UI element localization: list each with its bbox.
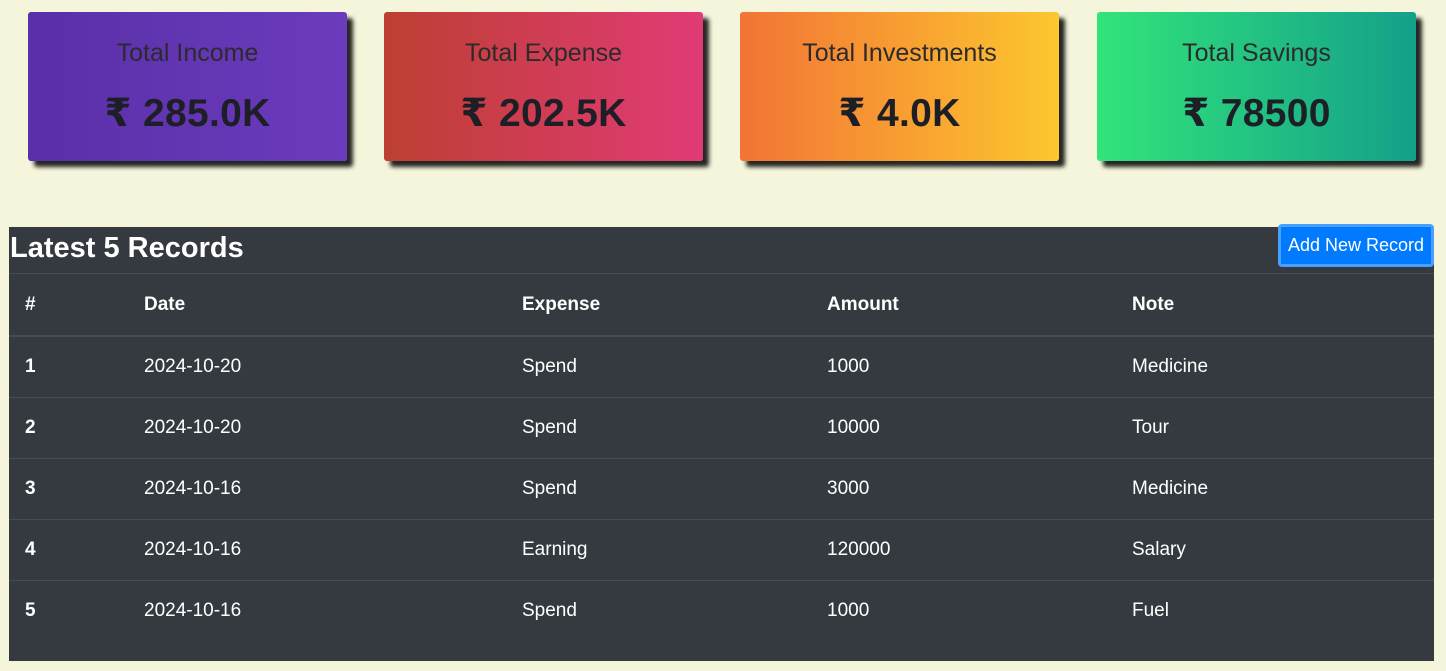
cell-expense: Spend (506, 397, 811, 459)
column-header-amount: Amount (811, 274, 1116, 337)
total-income-card: Total Income ₹ 285.0K (28, 12, 347, 161)
add-new-record-button[interactable]: Add New Record (1278, 224, 1434, 267)
cell-number: 4 (9, 519, 128, 581)
cell-expense: Spend (506, 458, 811, 520)
cell-note: Tour (1116, 397, 1434, 459)
cell-number: 1 (9, 336, 128, 398)
records-table: # Date Expense Amount Note 1 2024-10-20 … (9, 274, 1434, 641)
cell-expense: Spend (506, 336, 811, 398)
table-row: 2 2024-10-20 Spend 10000 Tour (9, 397, 1434, 459)
cell-amount: 10000 (811, 397, 1116, 459)
latest-records-panel: Latest 5 Records Add New Record # Date E… (9, 224, 1434, 661)
total-investments-card: Total Investments ₹ 4.0K (740, 12, 1059, 161)
card-value: ₹ 4.0K (838, 92, 961, 135)
cell-note: Medicine (1116, 336, 1434, 398)
card-title: Total Savings (1182, 39, 1331, 67)
cell-expense: Earning (506, 519, 811, 581)
cell-number: 3 (9, 458, 128, 520)
total-expense-card: Total Expense ₹ 202.5K (384, 12, 703, 161)
cell-date: 2024-10-16 (128, 519, 506, 581)
cell-date: 2024-10-20 (128, 397, 506, 459)
cell-date: 2024-10-20 (128, 336, 506, 398)
cell-number: 5 (25, 600, 36, 621)
card-value: ₹ 202.5K (460, 92, 627, 135)
cell-amount: 3000 (811, 458, 1116, 520)
records-title: Latest 5 Records (10, 232, 244, 264)
column-header-date: Date (128, 274, 506, 337)
table-row: 4 2024-10-16 Earning 120000 Salary (9, 519, 1434, 581)
cell-note: Medicine (1116, 458, 1434, 520)
table-header-row: # Date Expense Amount Note (9, 274, 1434, 337)
table-body: 1 2024-10-20 Spend 1000 Medicine 2 2024-… (9, 336, 1434, 641)
cell-expense: Spend (522, 600, 577, 621)
cell-amount: 1000 (827, 600, 870, 621)
cell-amount: 1000 (811, 336, 1116, 398)
summary-cards: Total Income ₹ 285.0K Total Expense ₹ 20… (0, 0, 1446, 180)
total-savings-card: Total Savings ₹ 78500 (1097, 12, 1416, 161)
table-row: 1 2024-10-20 Spend 1000 Medicine (9, 336, 1434, 398)
card-value: ₹ 285.0K (104, 92, 271, 135)
cell-date: 2024-10-16 (128, 458, 506, 520)
table-row: 5 2024-10-16 Spend 1000 Fuel (9, 581, 1434, 642)
cell-number: 2 (9, 397, 128, 459)
records-header: Latest 5 Records Add New Record (9, 224, 1434, 274)
card-value: ₹ 78500 (1182, 92, 1331, 135)
card-title: Total Income (116, 39, 259, 67)
card-title: Total Investments (802, 39, 997, 67)
cell-date: 2024-10-16 (144, 600, 242, 621)
column-header-expense: Expense (506, 274, 811, 337)
column-header-number: # (9, 274, 128, 337)
cell-note: Salary (1116, 519, 1434, 581)
column-header-note: Note (1116, 274, 1434, 337)
cell-note: Fuel (1132, 600, 1169, 621)
card-title: Total Expense (464, 39, 623, 67)
table-row: 3 2024-10-16 Spend 3000 Medicine (9, 458, 1434, 520)
table-header: # Date Expense Amount Note (9, 274, 1434, 337)
cell-amount: 120000 (811, 519, 1116, 581)
